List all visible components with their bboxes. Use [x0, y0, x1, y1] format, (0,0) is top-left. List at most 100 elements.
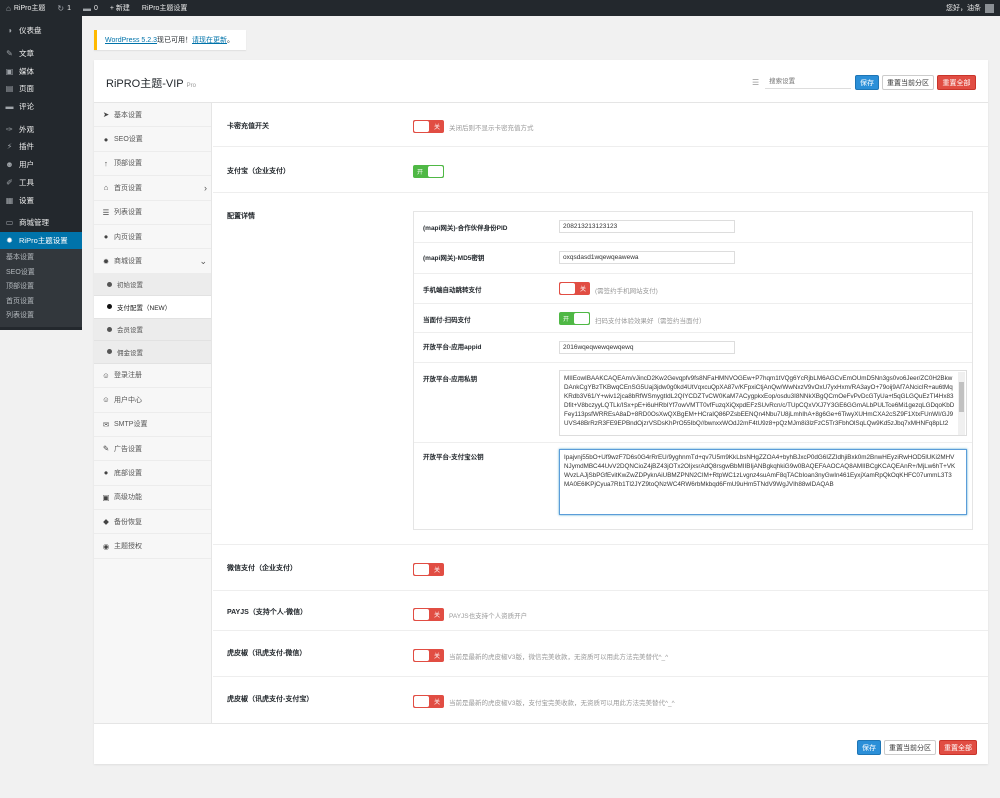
nav-item[interactable]: ✹ 商城设置 ⌄	[94, 249, 211, 274]
field-card-recharge: 卡密充值开关 关 关闭后则不显示卡密充值方式	[213, 103, 988, 147]
shop-icon: ▭	[5, 218, 14, 228]
reset-all-button[interactable]: 重置全部	[937, 75, 976, 90]
sidebar-item-label: 设置	[19, 195, 34, 205]
nav-item[interactable]: ☺ 登录注册	[94, 364, 211, 389]
options-panel: RiPRO主题-VIPPro ☰ 保存 重置当前分区 重置全部 ➤ 基本设置 ● SE…	[94, 60, 988, 764]
field-help: 当前是最新的虎皮椒V3版，微信完美收款，无资质可以用此方法完美替代^_^	[449, 654, 669, 661]
card-recharge-switch[interactable]: 关	[413, 120, 444, 133]
sidebar-item-label: 评论	[19, 102, 34, 112]
xunhu-alipay-switch[interactable]: 关	[413, 695, 444, 708]
public-key-textarea[interactable]: Ipajvnj55bO+Uf9wzF7D6s0G4rRrEU/9yghnmTd+…	[559, 449, 967, 515]
appid-input[interactable]: 2016wqeqwewqewqewq	[559, 341, 735, 354]
admin-bar-theme-settings[interactable]: RiPro主题设置	[136, 0, 194, 16]
sidebar-item[interactable]: ▭ 商城管理	[0, 214, 82, 232]
nav-item[interactable]: ● 底部设置	[94, 461, 211, 486]
sidebar-item[interactable]: ☻ 用户	[0, 156, 82, 174]
config-row-private-key: 开放平台-应用私钥 MIIEowIBAAKCAQEAm/vJincD2Kw2Ge…	[414, 363, 972, 443]
comment-icon: ▬	[5, 102, 14, 112]
sidebar-item[interactable]: ▣ 媒体	[0, 62, 82, 80]
qr-pay-switch[interactable]: 开	[559, 312, 590, 325]
alipay-switch[interactable]: 开	[413, 165, 444, 178]
appearance-icon: ✑	[6, 124, 13, 134]
textarea-scrollbar[interactable]	[958, 372, 965, 435]
nav-item[interactable]: ◆ 备份恢复	[94, 510, 211, 535]
switch-state: 关	[433, 125, 440, 131]
paper-plane-icon: ➤	[102, 110, 110, 120]
field-title: 配置详情	[227, 213, 255, 220]
nav-item-label: SMTP设置	[114, 421, 148, 429]
nav-item[interactable]: ▣ 高级功能	[94, 486, 211, 511]
sidebar-item-label: 仪表盘	[19, 26, 42, 36]
panel-title-suffix: Pro	[186, 83, 196, 89]
footer-reset-section-button[interactable]: 重置当前分区	[884, 740, 936, 755]
admin-bar-updates[interactable]: ↻ 1	[51, 0, 77, 16]
footer-save-button[interactable]: 保存	[857, 740, 881, 755]
sidebar-item-label: RiPro主题设置	[19, 235, 68, 245]
admin-bar-site[interactable]: ⌂ RiPro主题	[0, 0, 51, 16]
md5-key-input[interactable]: oxqsdasd1wqewqeawewa	[559, 251, 735, 264]
reset-section-button[interactable]: 重置当前分区	[882, 75, 934, 90]
sidebar-item[interactable]: ◑ 仪表盘	[0, 22, 82, 40]
sidebar-subitem[interactable]: 列表设置	[0, 309, 82, 324]
nav-item[interactable]: ✉ SMTP设置	[94, 413, 211, 437]
bullet-icon	[107, 349, 112, 355]
sidebar-item[interactable]: ✑ 外观	[0, 120, 82, 138]
nav-subitem[interactable]: 初始设置	[94, 273, 211, 297]
nav-subitem[interactable]: 支付配置（NEW）	[94, 296, 211, 319]
wrench-icon: ✎	[102, 444, 110, 454]
mobile-jump-switch[interactable]: 关	[559, 282, 590, 295]
sidebar-item[interactable]: ✎ 文章	[0, 45, 82, 63]
nav-item[interactable]: ☰ 列表设置	[94, 201, 211, 225]
list-icon: ☰	[752, 77, 760, 87]
private-key-textarea[interactable]: MIIEowIBAAKCAQEAm/vJincD2Kw2Gevqpfv9fs8N…	[559, 370, 967, 436]
pin-icon: ✎	[6, 49, 13, 59]
sidebar-item-label: 插件	[19, 142, 34, 152]
payjs-switch[interactable]: 关	[413, 608, 444, 621]
settings-content: 卡密充值开关 关 关闭后则不显示卡密充值方式 支付宝（企业支付） 开 配置详情 …	[213, 103, 988, 723]
nav-item[interactable]: ● SEO设置	[94, 127, 211, 152]
wordpress-version-link[interactable]: WordPress 5.2.3	[105, 37, 157, 44]
nav-subitem[interactable]: 会员设置	[94, 318, 211, 342]
sidebar-item[interactable]: ▦ 设置	[0, 191, 82, 209]
sidebar-item[interactable]: ⚡ 插件	[0, 138, 82, 156]
nav-item[interactable]: ⌂ 首页设置 ›	[94, 176, 211, 201]
field-title: 虎皮椒（讯虎支付-支付宝）	[227, 696, 314, 703]
update-now-link[interactable]: 请现在更新	[192, 35, 227, 45]
pid-input[interactable]: 208213213123123	[559, 220, 735, 233]
sidebar-subitem[interactable]: 顶部设置	[0, 280, 82, 295]
scrollbar-thumb[interactable]	[959, 382, 964, 412]
sidebar-subitem[interactable]: 基本设置	[0, 251, 82, 266]
nav-item[interactable]: ☺ 用户中心	[94, 388, 211, 413]
nav-subitem-label: 初始设置	[117, 282, 143, 290]
nav-subitem[interactable]: 佣金设置	[94, 341, 211, 364]
nav-item[interactable]: ➤ 基本设置	[94, 103, 211, 128]
field-help: PAYJS也支持个人资质开户	[449, 613, 528, 620]
nav-item-label: 用户中心	[114, 396, 142, 404]
nav-item[interactable]: ✎ 广告设置	[94, 437, 211, 462]
nav-item[interactable]: ↑ 顶部设置	[94, 152, 211, 177]
admin-bar-account[interactable]: 您好，油条	[940, 0, 1000, 16]
config-label: (mapi网关)-合作伙伴身份PID	[423, 225, 508, 232]
nav-item-label: 商城设置	[114, 258, 142, 266]
sidebar-item[interactable]: ✐ 工具	[0, 174, 82, 192]
sidebar-item[interactable]: ▬ 评论	[0, 98, 82, 116]
wechat-pay-switch[interactable]: 关	[413, 563, 444, 576]
sidebar-subitem[interactable]: SEO设置	[0, 266, 82, 281]
footer-reset-all-button[interactable]: 重置全部	[939, 740, 977, 755]
avatar	[985, 3, 994, 13]
updates-count: 1	[67, 4, 71, 12]
nav-item-label: 登录注册	[114, 372, 142, 380]
switch-knob	[414, 121, 429, 132]
sidebar-item[interactable]: ✹ RiPro主题设置	[0, 231, 82, 250]
xunhu-wechat-switch[interactable]: 关	[413, 649, 444, 662]
admin-bar-comments[interactable]: ▬ 0	[77, 0, 104, 16]
search-input[interactable]	[765, 75, 852, 89]
admin-bar-new[interactable]: + 新建	[104, 0, 136, 16]
sidebar-subitem[interactable]: 首页设置	[0, 295, 82, 310]
nav-item[interactable]: ◉ 主题授权	[94, 534, 211, 559]
save-button[interactable]: 保存	[855, 75, 879, 90]
sidebar-item[interactable]: ▤ 页面	[0, 80, 82, 98]
field-help: 当前是最新的虎皮椒V3版，支付宝完美收款，无资质可以用此方法完美替代^_^	[449, 700, 675, 707]
users-icon: ☻	[5, 160, 14, 170]
nav-item[interactable]: ● 内页设置	[94, 225, 211, 250]
